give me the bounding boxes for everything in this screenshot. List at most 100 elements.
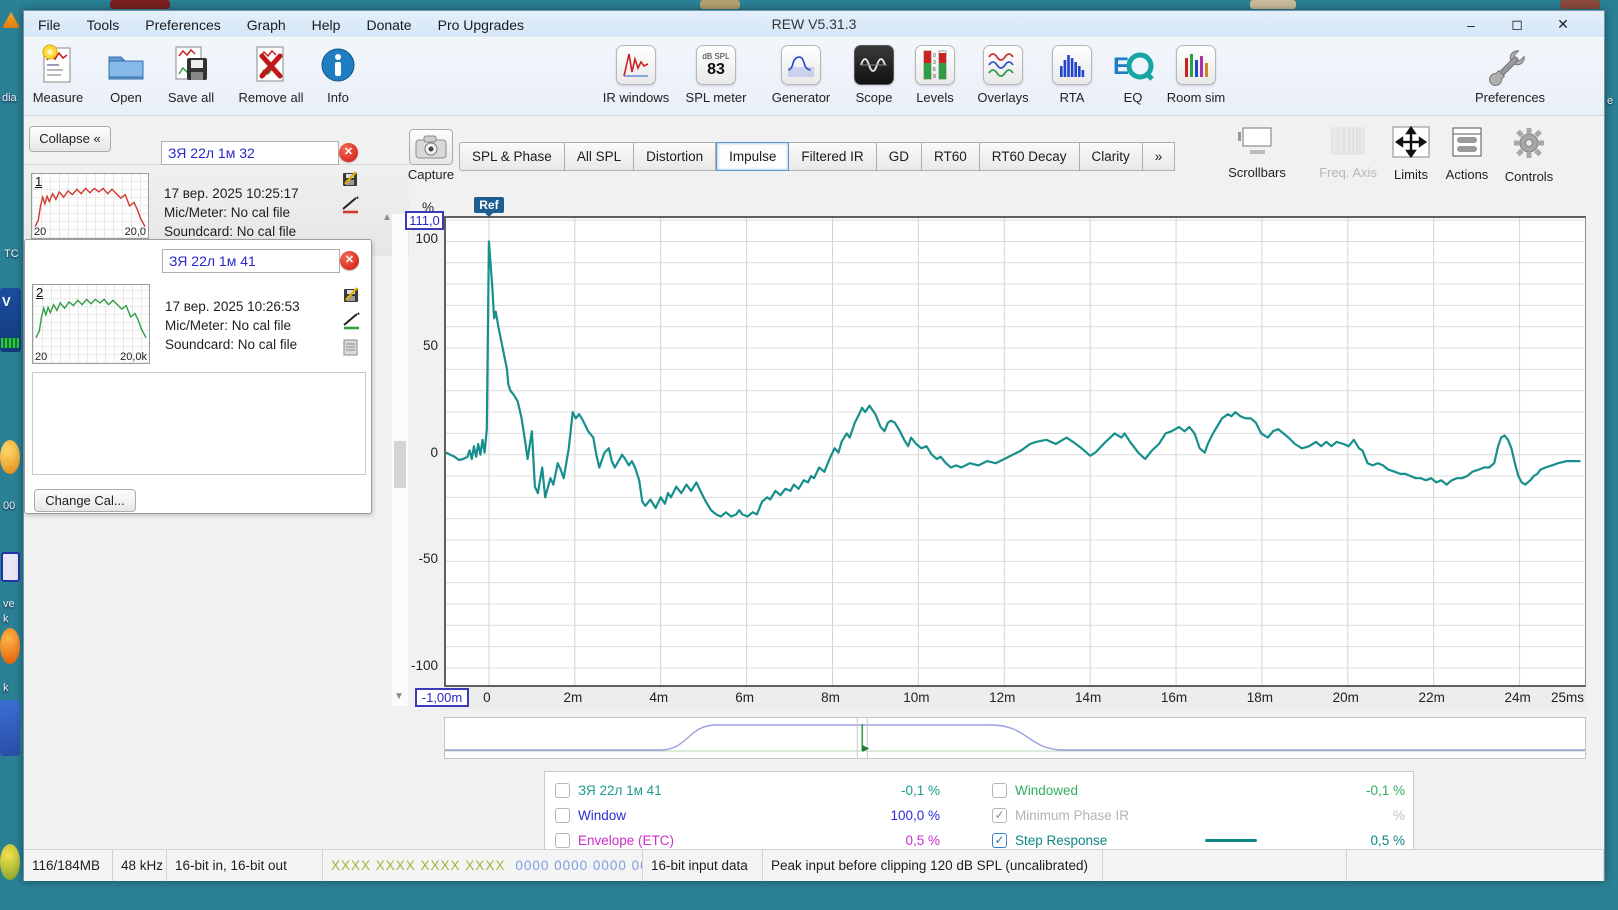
toolbar-button-ir-windows[interactable]: IR windows xyxy=(591,43,681,105)
measurement-soundcard-cal: Soundcard: No cal file xyxy=(165,337,298,352)
legend-line-sample xyxy=(1205,839,1257,842)
legend-row-window: Window 100,0 % xyxy=(555,803,940,828)
measurement-soundcard-cal: Soundcard: No cal file xyxy=(164,224,297,239)
measurement-row-2-selected[interactable]: Change Cal... ЗЯ 22л 1м 41 ✕ 2 20 20,0k 17 вер… xyxy=(24,239,372,514)
impulse-chart-plot[interactable] xyxy=(444,216,1586,687)
x-axis-tick-label: 22m xyxy=(1418,690,1445,705)
toolbar-button-label: Room sim xyxy=(1166,90,1226,105)
capture-button[interactable] xyxy=(409,129,453,165)
change-cal-button[interactable]: Change Cal... xyxy=(34,489,136,512)
toolbar-button-room-sim[interactable]: Room sim xyxy=(1151,43,1241,105)
ref-marker-flag[interactable]: Ref xyxy=(473,197,504,213)
x-axis-tick-label: 2m xyxy=(563,690,583,705)
tab-impulse[interactable]: Impulse xyxy=(716,142,790,171)
legend-value: 0,5 % xyxy=(1370,833,1405,848)
minimize-button[interactable]: – xyxy=(1448,11,1494,38)
legend-label[interactable]: ЗЯ 22л 1м 41 xyxy=(578,783,662,798)
x-axis-tick-label: 4m xyxy=(649,690,669,705)
status-empty-1 xyxy=(1103,850,1347,881)
ir-overview-strip[interactable] xyxy=(444,717,1586,759)
tab-distortion[interactable]: Distortion xyxy=(634,142,717,171)
status-memory: 116/184MB xyxy=(24,850,113,881)
toolbar-button-info[interactable]: Info xyxy=(293,43,383,105)
legend-checkbox[interactable] xyxy=(555,833,570,848)
generator-icon xyxy=(779,43,823,87)
maximize-button[interactable]: ◻ xyxy=(1494,11,1540,38)
legend-label[interactable]: Minimum Phase IR xyxy=(1015,808,1129,823)
status-hex-blue: 0000 0000 0000 0000 xyxy=(515,858,642,873)
save-measurement-icon[interactable] xyxy=(341,169,360,188)
x-axis-tick-label: 16m xyxy=(1160,690,1188,705)
status-bit-depth: 16-bit in, 16-bit out xyxy=(167,850,323,881)
x-axis-tick-label: 14m xyxy=(1075,690,1102,705)
toolbar-button-save-all[interactable]: Save all xyxy=(146,43,236,105)
remove-all-icon xyxy=(249,43,293,87)
notes-icon[interactable] xyxy=(342,338,361,357)
x-axis-tick-label: 8m xyxy=(821,690,840,705)
delete-measurement-icon[interactable]: ✕ xyxy=(340,251,359,270)
status-input-data: 16-bit input data xyxy=(643,850,763,881)
window-title: REW V5.31.3 xyxy=(771,16,857,32)
legend-label[interactable]: Window xyxy=(578,808,626,823)
legend-value: -0,1 % xyxy=(1365,783,1405,798)
legend-checkbox[interactable]: ✓ xyxy=(992,808,1007,823)
measurement-notes-box[interactable] xyxy=(32,372,366,475)
measurement-thumbnail[interactable]: 1 20 20,0 xyxy=(31,173,149,239)
y-axis-tick-label: 0 xyxy=(430,444,438,460)
measurements-scrollbar[interactable] xyxy=(392,214,408,706)
legend-checkbox[interactable] xyxy=(992,783,1007,798)
toolbar-button-label: Info xyxy=(327,90,349,105)
close-button[interactable]: ✕ xyxy=(1540,11,1586,38)
legend-value: -0,1 % xyxy=(900,783,940,798)
measurement-thumbnail[interactable]: 2 20 20,0k xyxy=(32,284,150,364)
measurement-name-input[interactable]: ЗЯ 22л 1м 32 xyxy=(161,141,339,165)
legend-label[interactable]: Envelope (ETC) xyxy=(578,833,674,848)
main-toolbar: Measure Open Save all Remove all Info IR wind… xyxy=(24,39,1604,116)
measurement-date: 17 вер. 2025 10:26:53 xyxy=(165,299,300,314)
tab-»[interactable]: » xyxy=(1142,142,1176,171)
legend-checkbox[interactable] xyxy=(555,808,570,823)
delete-measurement-icon[interactable]: ✕ xyxy=(339,143,358,162)
measurement-number: 2 xyxy=(36,285,44,300)
legend-label[interactable]: Step Response xyxy=(1015,833,1107,848)
svg-text:9: 9 xyxy=(933,74,936,80)
tab-filtered-ir[interactable]: Filtered IR xyxy=(789,142,877,171)
toolbar-button-preferences[interactable]: Preferences xyxy=(1465,43,1555,105)
legend-label[interactable]: Windowed xyxy=(1015,783,1078,798)
status-empty-2 xyxy=(1347,850,1604,881)
info-icon xyxy=(316,43,360,87)
toolbar-button-label: IR windows xyxy=(602,90,670,105)
scroll-up-icon[interactable]: ▲ xyxy=(382,212,392,223)
measurement-date: 17 вер. 2025 10:25:17 xyxy=(164,186,299,201)
spl-meter-icon: dB SPL 83 xyxy=(694,43,738,87)
x-axis-left-limit-input[interactable]: -1,00m xyxy=(415,688,469,707)
room-sim-icon xyxy=(1174,43,1218,87)
thumbnail-freq-max: 20,0k xyxy=(120,351,147,363)
graph-control-scrollbars[interactable]: Scrollbars xyxy=(1217,126,1297,180)
trace-style-icon[interactable] xyxy=(342,311,361,330)
tab-gd[interactable]: GD xyxy=(876,142,922,171)
trace-style-icon[interactable] xyxy=(341,195,360,214)
y-axis-tick-label: -50 xyxy=(418,551,438,567)
y-axis-top-limit-input[interactable]: 111,0 xyxy=(405,211,444,230)
legend-value: 0,5 % xyxy=(905,833,940,848)
collapse-panel-button[interactable]: Collapse « xyxy=(29,126,111,152)
graph-control-controls[interactable]: Controls xyxy=(1489,126,1569,184)
legend-checkbox[interactable]: ✓ xyxy=(992,833,1007,848)
x-axis-tick-label: 0 xyxy=(483,690,491,705)
scroll-down-icon[interactable]: ▼ xyxy=(394,691,404,702)
tab-all-spl[interactable]: All SPL xyxy=(564,142,635,171)
x-axis-tick-label: 24m xyxy=(1504,690,1531,705)
tab-rt60[interactable]: RT60 xyxy=(921,142,980,171)
toolbar-button-spl-meter[interactable]: dB SPL 83 SPL meter xyxy=(671,43,761,105)
tab-rt60-decay[interactable]: RT60 Decay xyxy=(979,142,1080,171)
y-axis-tick-label: 100 xyxy=(415,231,438,247)
capture-label: Capture xyxy=(407,167,455,182)
tab-spl-phase[interactable]: SPL & Phase xyxy=(459,142,565,171)
measurement-name-input[interactable]: ЗЯ 22л 1м 41 xyxy=(162,249,340,273)
save-measurement-icon[interactable] xyxy=(342,285,361,304)
status-hex-green: XXXX XXXX XXXX XXXX xyxy=(331,858,506,873)
tab-clarity[interactable]: Clarity xyxy=(1079,142,1143,171)
legend-checkbox[interactable] xyxy=(555,783,570,798)
title-bar: File Tools Preferences Graph Help Donate Pro U… xyxy=(24,11,1604,38)
